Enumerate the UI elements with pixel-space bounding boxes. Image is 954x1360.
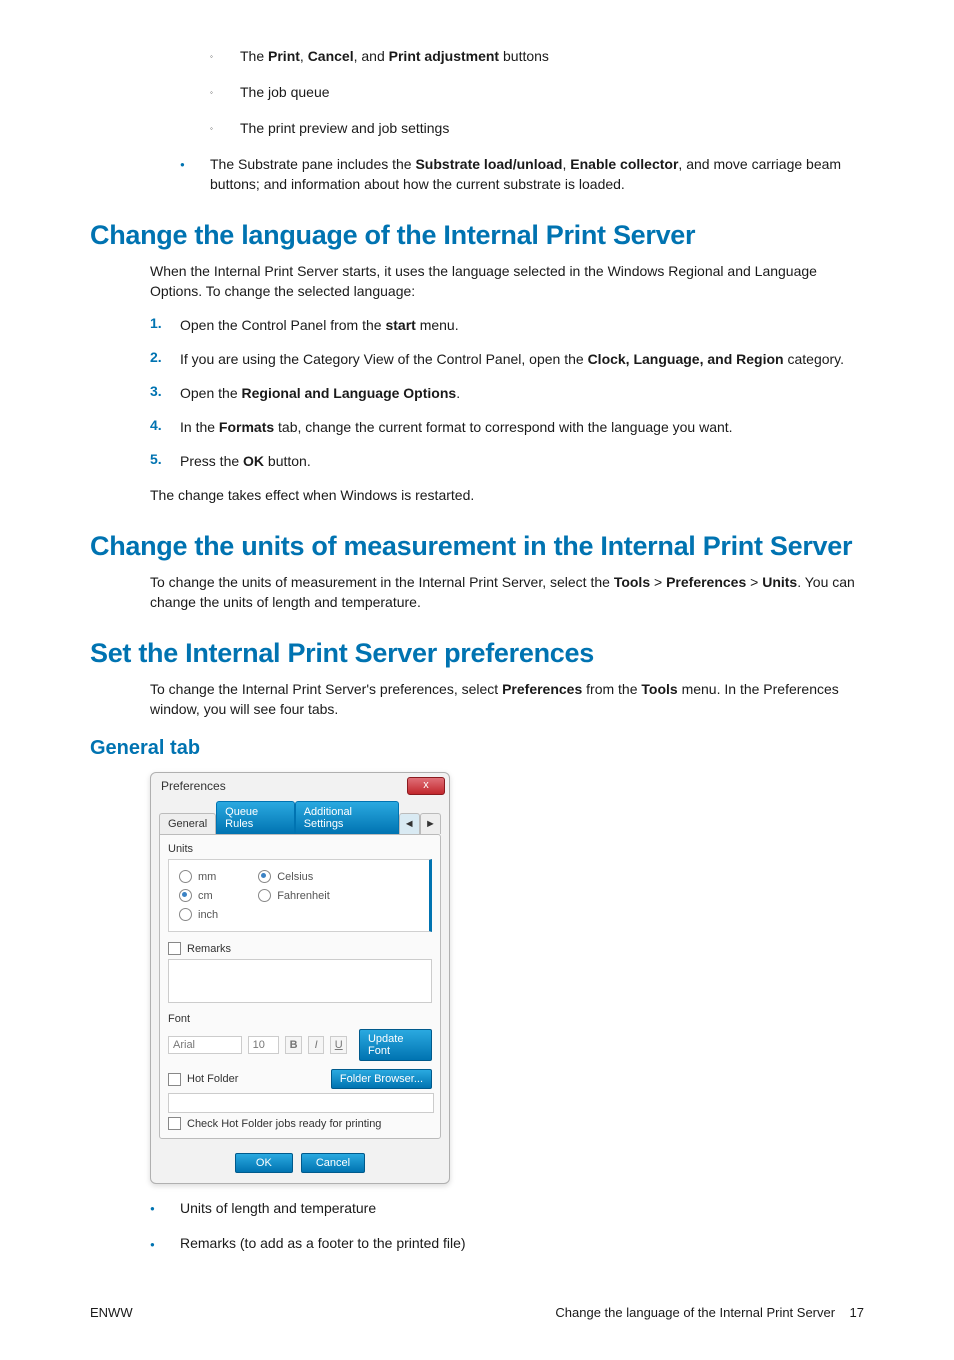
dialog-titlebar: Preferences x: [151, 773, 449, 795]
radio-mm[interactable]: mm: [179, 870, 218, 883]
cancel-button[interactable]: Cancel: [301, 1153, 365, 1173]
remarks-checkbox[interactable]: Remarks: [168, 942, 432, 955]
section-heading-set-preferences: Set the Internal Print Server preference…: [90, 638, 864, 669]
list-item: 1. Open the Control Panel from the start…: [150, 315, 864, 335]
update-font-button[interactable]: Update Font: [359, 1029, 432, 1061]
tab-general[interactable]: General: [159, 813, 216, 834]
step-number: 3.: [150, 383, 180, 403]
preferences-dialog: Preferences x General Queue Rules Additi…: [150, 772, 450, 1184]
subsection-general-tab: General tab: [90, 737, 864, 760]
list-item: 5. Press the OK button.: [150, 451, 864, 471]
radio-celsius[interactable]: Celsius: [258, 870, 330, 883]
footer-left: ENWW: [90, 1305, 133, 1320]
sub-bullet-text: The job queue: [240, 82, 864, 102]
sub-bullet: ◦ The job queue: [210, 82, 864, 102]
remarks-textarea[interactable]: [168, 959, 432, 1003]
dot-bullet-icon: [150, 1233, 180, 1254]
units-group: mm cm inch Celsius Fahrenheit: [168, 859, 432, 932]
continuation-list: ◦ The Print, Cancel, and Print adjustmen…: [210, 46, 864, 138]
step-number: 1.: [150, 315, 180, 335]
font-label: Font: [168, 1013, 432, 1025]
tab-queue-rules[interactable]: Queue Rules: [216, 801, 295, 834]
check-hot-folder-jobs[interactable]: Check Hot Folder jobs ready for printing: [168, 1117, 432, 1130]
sub-bullet-text: The Print, Cancel, and Print adjustment …: [240, 46, 864, 66]
list-item: 4. In the Formats tab, change the curren…: [150, 417, 864, 437]
page-footer: ENWW Change the language of the Internal…: [90, 1305, 864, 1320]
list-item: Units of length and temperature: [150, 1198, 864, 1219]
radio-fahrenheit[interactable]: Fahrenheit: [258, 889, 330, 902]
tab-nav-right[interactable]: ►: [420, 813, 441, 834]
hot-folder-path-input[interactable]: [168, 1093, 434, 1113]
section1-outro: The change takes effect when Windows is …: [150, 485, 864, 505]
ring-bullet-icon: ◦: [210, 46, 240, 66]
dialog-footer: OK Cancel: [151, 1147, 449, 1183]
close-button[interactable]: x: [407, 777, 445, 795]
section-heading-change-language: Change the language of the Internal Prin…: [90, 220, 864, 251]
list-item: Remarks (to add as a footer to the print…: [150, 1233, 864, 1254]
section1-intro: When the Internal Print Server starts, i…: [150, 261, 864, 301]
dot-bullet-icon: [150, 1198, 180, 1219]
bold-button[interactable]: B: [285, 1036, 302, 1054]
ok-button[interactable]: OK: [235, 1153, 293, 1173]
tab-nav-left[interactable]: ◄: [399, 813, 420, 834]
footer-right: Change the language of the Internal Prin…: [555, 1305, 864, 1320]
ring-bullet-icon: ◦: [210, 82, 240, 102]
folder-browser-button[interactable]: Folder Browser...: [331, 1069, 432, 1089]
underline-button[interactable]: U: [330, 1036, 347, 1054]
main-bullet-text: The Substrate pane includes the Substrat…: [210, 154, 864, 194]
main-bullet: The Substrate pane includes the Substrat…: [180, 154, 864, 194]
hot-folder-checkbox[interactable]: Hot Folder: [168, 1073, 238, 1086]
font-name-input[interactable]: Arial: [168, 1036, 242, 1054]
sub-bullet: ◦ The Print, Cancel, and Print adjustmen…: [210, 46, 864, 66]
sub-bullet: ◦ The print preview and job settings: [210, 118, 864, 138]
document-page: ◦ The Print, Cancel, and Print adjustmen…: [0, 0, 954, 1360]
section-heading-change-units: Change the units of measurement in the I…: [90, 531, 864, 562]
bullet-text: Units of length and temperature: [180, 1198, 864, 1219]
step-number: 5.: [150, 451, 180, 471]
font-size-input[interactable]: 10: [248, 1036, 280, 1054]
list-item: 3. Open the Regional and Language Option…: [150, 383, 864, 403]
tab-additional-settings[interactable]: Additional Settings: [295, 801, 399, 834]
dot-bullet-icon: [180, 154, 210, 194]
radio-cm[interactable]: cm: [179, 889, 218, 902]
ring-bullet-icon: ◦: [210, 118, 240, 138]
step-number: 2.: [150, 349, 180, 369]
dialog-body: Units mm cm inch Celsius Fahrenheit Rema…: [159, 834, 441, 1139]
sub-bullet-text: The print preview and job settings: [240, 118, 864, 138]
radio-inch[interactable]: inch: [179, 908, 218, 921]
section1-steps: 1. Open the Control Panel from the start…: [150, 315, 864, 471]
bullet-text: Remarks (to add as a footer to the print…: [180, 1233, 864, 1254]
dialog-title: Preferences: [161, 779, 226, 793]
dialog-tabs: General Queue Rules Additional Settings …: [159, 801, 441, 834]
step-number: 4.: [150, 417, 180, 437]
section3-body: To change the Internal Print Server's pr…: [150, 679, 864, 719]
section2-body: To change the units of measurement in th…: [150, 572, 864, 612]
units-label: Units: [168, 843, 432, 855]
italic-button[interactable]: I: [308, 1036, 325, 1054]
list-item: 2. If you are using the Category View of…: [150, 349, 864, 369]
